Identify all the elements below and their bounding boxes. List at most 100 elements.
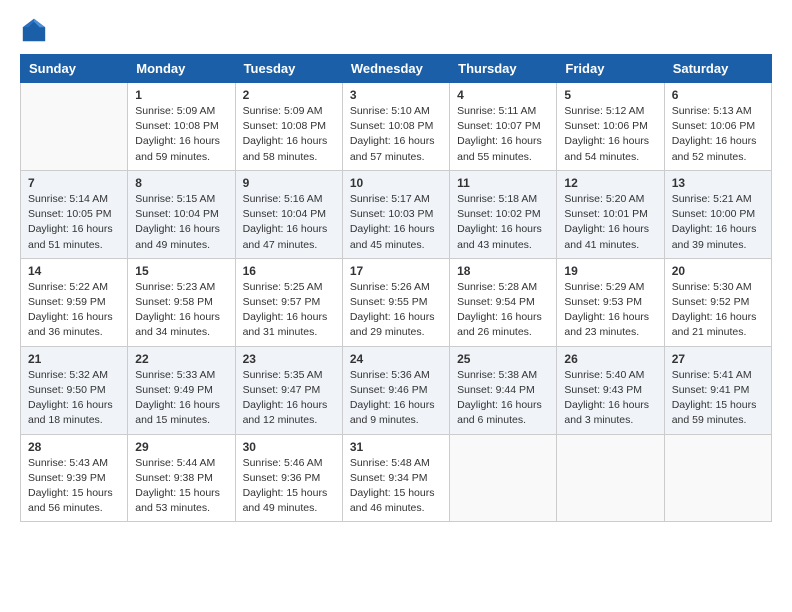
day-number: 12 (564, 176, 656, 190)
day-info: Sunrise: 5:25 AMSunset: 9:57 PMDaylight:… (243, 280, 335, 341)
day-info: Sunrise: 5:44 AMSunset: 9:38 PMDaylight:… (135, 456, 227, 517)
day-info: Sunrise: 5:12 AMSunset: 10:06 PMDaylight… (564, 104, 656, 165)
day-number: 3 (350, 88, 442, 102)
calendar-cell: 8 Sunrise: 5:15 AMSunset: 10:04 PMDayligh… (128, 170, 235, 258)
calendar-cell: 14 Sunrise: 5:22 AMSunset: 9:59 PMDayligh… (21, 258, 128, 346)
calendar-cell: 25 Sunrise: 5:38 AMSunset: 9:44 PMDayligh… (450, 346, 557, 434)
day-info: Sunrise: 5:28 AMSunset: 9:54 PMDaylight:… (457, 280, 549, 341)
day-info: Sunrise: 5:38 AMSunset: 9:44 PMDaylight:… (457, 368, 549, 429)
day-info: Sunrise: 5:20 AMSunset: 10:01 PMDaylight… (564, 192, 656, 253)
day-number: 22 (135, 352, 227, 366)
day-number: 31 (350, 440, 442, 454)
day-number: 27 (672, 352, 764, 366)
calendar-cell: 3 Sunrise: 5:10 AMSunset: 10:08 PMDayligh… (342, 83, 449, 171)
header-cell-thursday: Thursday (450, 55, 557, 83)
day-info: Sunrise: 5:33 AMSunset: 9:49 PMDaylight:… (135, 368, 227, 429)
day-info: Sunrise: 5:17 AMSunset: 10:03 PMDaylight… (350, 192, 442, 253)
day-number: 17 (350, 264, 442, 278)
day-number: 10 (350, 176, 442, 190)
calendar-cell: 28 Sunrise: 5:43 AMSunset: 9:39 PMDayligh… (21, 434, 128, 522)
day-number: 29 (135, 440, 227, 454)
day-number: 6 (672, 88, 764, 102)
day-number: 9 (243, 176, 335, 190)
calendar-table: SundayMondayTuesdayWednesdayThursdayFrid… (20, 54, 772, 522)
calendar-cell: 24 Sunrise: 5:36 AMSunset: 9:46 PMDayligh… (342, 346, 449, 434)
day-info: Sunrise: 5:11 AMSunset: 10:07 PMDaylight… (457, 104, 549, 165)
day-info: Sunrise: 5:10 AMSunset: 10:08 PMDaylight… (350, 104, 442, 165)
calendar-cell: 22 Sunrise: 5:33 AMSunset: 9:49 PMDayligh… (128, 346, 235, 434)
day-info: Sunrise: 5:14 AMSunset: 10:05 PMDaylight… (28, 192, 120, 253)
day-info: Sunrise: 5:22 AMSunset: 9:59 PMDaylight:… (28, 280, 120, 341)
calendar-cell: 12 Sunrise: 5:20 AMSunset: 10:01 PMDaylig… (557, 170, 664, 258)
calendar-cell: 15Sunrise: 5:23 AMSunset: 9:58 PMDayligh… (128, 258, 235, 346)
day-info: Sunrise: 5:29 AMSunset: 9:53 PMDaylight:… (564, 280, 656, 341)
calendar-cell: 23Sunrise: 5:35 AMSunset: 9:47 PMDayligh… (235, 346, 342, 434)
calendar-cell: 10 Sunrise: 5:17 AMSunset: 10:03 PMDaylig… (342, 170, 449, 258)
calendar-cell: 9 Sunrise: 5:16 AMSunset: 10:04 PMDayligh… (235, 170, 342, 258)
header-row: SundayMondayTuesdayWednesdayThursdayFrid… (21, 55, 772, 83)
header-cell-tuesday: Tuesday (235, 55, 342, 83)
day-number: 13 (672, 176, 764, 190)
header-cell-monday: Monday (128, 55, 235, 83)
calendar-cell: 5Sunrise: 5:12 AMSunset: 10:06 PMDayligh… (557, 83, 664, 171)
calendar-cell: 26 Sunrise: 5:40 AMSunset: 9:43 PMDayligh… (557, 346, 664, 434)
calendar-cell: 6 Sunrise: 5:13 AMSunset: 10:06 PMDayligh… (664, 83, 771, 171)
day-number: 19 (564, 264, 656, 278)
day-number: 30 (243, 440, 335, 454)
header (20, 16, 772, 44)
header-cell-saturday: Saturday (664, 55, 771, 83)
day-info: Sunrise: 5:21 AMSunset: 10:00 PMDaylight… (672, 192, 764, 253)
day-number: 21 (28, 352, 120, 366)
day-number: 14 (28, 264, 120, 278)
day-number: 28 (28, 440, 120, 454)
week-row: 7 Sunrise: 5:14 AMSunset: 10:05 PMDayligh… (21, 170, 772, 258)
calendar-cell: 31 Sunrise: 5:48 AMSunset: 9:34 PMDayligh… (342, 434, 449, 522)
day-number: 7 (28, 176, 120, 190)
calendar-cell: 21 Sunrise: 5:32 AMSunset: 9:50 PMDayligh… (21, 346, 128, 434)
week-row: 14 Sunrise: 5:22 AMSunset: 9:59 PMDayligh… (21, 258, 772, 346)
day-number: 8 (135, 176, 227, 190)
calendar-cell: 7 Sunrise: 5:14 AMSunset: 10:05 PMDayligh… (21, 170, 128, 258)
day-number: 24 (350, 352, 442, 366)
header-cell-wednesday: Wednesday (342, 55, 449, 83)
day-info: Sunrise: 5:35 AMSunset: 9:47 PMDaylight:… (243, 368, 335, 429)
day-number: 4 (457, 88, 549, 102)
day-info: Sunrise: 5:15 AMSunset: 10:04 PMDaylight… (135, 192, 227, 253)
calendar-cell: 27 Sunrise: 5:41 AMSunset: 9:41 PMDayligh… (664, 346, 771, 434)
day-info: Sunrise: 5:09 AMSunset: 10:08 PMDaylight… (243, 104, 335, 165)
day-number: 16 (243, 264, 335, 278)
day-info: Sunrise: 5:36 AMSunset: 9:46 PMDaylight:… (350, 368, 442, 429)
header-cell-sunday: Sunday (21, 55, 128, 83)
day-info: Sunrise: 5:48 AMSunset: 9:34 PMDaylight:… (350, 456, 442, 517)
day-number: 26 (564, 352, 656, 366)
calendar-cell: 18Sunrise: 5:28 AMSunset: 9:54 PMDayligh… (450, 258, 557, 346)
header-cell-friday: Friday (557, 55, 664, 83)
day-number: 25 (457, 352, 549, 366)
day-info: Sunrise: 5:16 AMSunset: 10:04 PMDaylight… (243, 192, 335, 253)
day-number: 11 (457, 176, 549, 190)
calendar-cell: 16 Sunrise: 5:25 AMSunset: 9:57 PMDayligh… (235, 258, 342, 346)
calendar-cell: 29 Sunrise: 5:44 AMSunset: 9:38 PMDayligh… (128, 434, 235, 522)
day-info: Sunrise: 5:43 AMSunset: 9:39 PMDaylight:… (28, 456, 120, 517)
day-info: Sunrise: 5:46 AMSunset: 9:36 PMDaylight:… (243, 456, 335, 517)
day-info: Sunrise: 5:41 AMSunset: 9:41 PMDaylight:… (672, 368, 764, 429)
calendar-cell: 4 Sunrise: 5:11 AMSunset: 10:07 PMDayligh… (450, 83, 557, 171)
day-number: 20 (672, 264, 764, 278)
calendar-cell: 30 Sunrise: 5:46 AMSunset: 9:36 PMDayligh… (235, 434, 342, 522)
calendar-cell: 13 Sunrise: 5:21 AMSunset: 10:00 PMDaylig… (664, 170, 771, 258)
calendar-cell: 19 Sunrise: 5:29 AMSunset: 9:53 PMDayligh… (557, 258, 664, 346)
calendar-cell: 20 Sunrise: 5:30 AMSunset: 9:52 PMDayligh… (664, 258, 771, 346)
calendar-cell (21, 83, 128, 171)
day-info: Sunrise: 5:26 AMSunset: 9:55 PMDaylight:… (350, 280, 442, 341)
calendar-cell: 1Sunrise: 5:09 AMSunset: 10:08 PMDayligh… (128, 83, 235, 171)
day-info: Sunrise: 5:13 AMSunset: 10:06 PMDaylight… (672, 104, 764, 165)
calendar-cell (664, 434, 771, 522)
week-row: 21 Sunrise: 5:32 AMSunset: 9:50 PMDayligh… (21, 346, 772, 434)
day-number: 15 (135, 264, 227, 278)
day-info: Sunrise: 5:18 AMSunset: 10:02 PMDaylight… (457, 192, 549, 253)
day-number: 1 (135, 88, 227, 102)
day-info: Sunrise: 5:40 AMSunset: 9:43 PMDaylight:… (564, 368, 656, 429)
day-number: 2 (243, 88, 335, 102)
day-info: Sunrise: 5:32 AMSunset: 9:50 PMDaylight:… (28, 368, 120, 429)
day-info: Sunrise: 5:30 AMSunset: 9:52 PMDaylight:… (672, 280, 764, 341)
